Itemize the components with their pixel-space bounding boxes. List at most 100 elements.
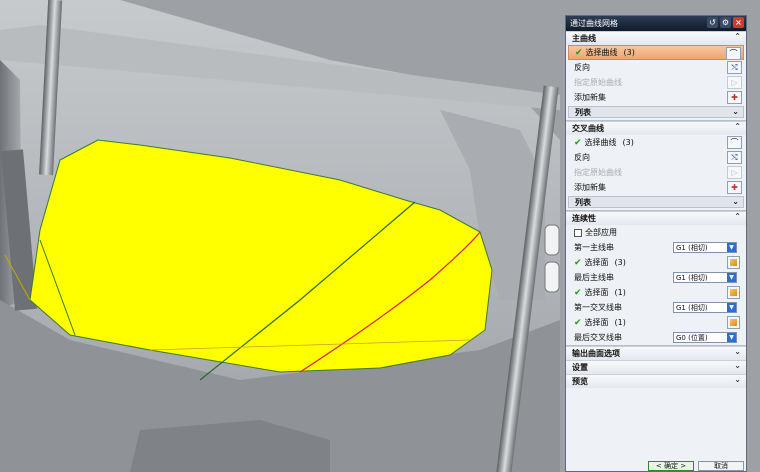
primary-curves-title: 主曲线 [572, 34, 596, 43]
cross-add-set-row[interactable]: 添加新集 ✚ [568, 180, 744, 195]
cross-curves-group: 交叉曲线 ⌃ ✔ 选择曲线 (3) ⌒ 反向 ⤭ 指定原始曲线 ▷ 添加新集 ✚ … [566, 121, 746, 211]
first-cross-row: 第一交叉线串 G1 (相切) ▼ [568, 300, 744, 315]
mesh-surface-dialog: 通过曲线网格 ↺ ⚙ × 主曲线 ⌃ ✔ 选择曲线 (3) ⌒ 反向 ⤭ 指定原始… [565, 15, 747, 472]
check-icon: ✔ [575, 47, 583, 58]
check-icon: ✔ [574, 137, 582, 148]
cross-origin-row: 指定原始曲线 ▷ [568, 165, 744, 180]
cross-list-header[interactable]: 列表 ⌄ [568, 196, 744, 208]
last-cross-select[interactable]: G0 (位置) ▼ [673, 332, 737, 343]
cross-select-curve-row[interactable]: ✔ 选择曲线 (3) ⌒ [568, 135, 744, 150]
first-primary-select[interactable]: G1 (相切) ▼ [673, 242, 737, 253]
first-primary-face-label: 选择面 [584, 258, 609, 267]
curve-select-icon[interactable]: ⌒ [726, 47, 741, 60]
preview-header[interactable]: 预览 ⌄ [566, 374, 746, 388]
gear-icon[interactable]: ⚙ [720, 17, 731, 28]
check-icon: ✔ [574, 317, 582, 328]
cross-curves-title: 交叉曲线 [572, 124, 604, 133]
primary-origin-label: 指定原始曲线 [574, 78, 622, 87]
primary-curves-group: 主曲线 ⌃ ✔ 选择曲线 (3) ⌒ 反向 ⤭ 指定原始曲线 ▷ 添加新集 ✚ 列… [566, 31, 746, 121]
output-options-header[interactable]: 输出曲面选项 ⌄ [566, 346, 746, 360]
cross-select-curve-label: 选择曲线 [584, 138, 617, 147]
first-primary-face-row[interactable]: ✔ 选择面 (3) [568, 255, 744, 270]
primary-list-header[interactable]: 列表 ⌄ [568, 106, 744, 118]
origin-curve-icon: ▷ [727, 76, 742, 89]
cross-reverse-row[interactable]: 反向 ⤭ [568, 150, 744, 165]
chevron-up-icon: ⌃ [734, 212, 741, 221]
apply-all-checkbox[interactable] [574, 228, 582, 237]
dropdown-arrow-icon: ▼ [727, 333, 736, 342]
first-cross-label: 第一交叉线串 [574, 303, 622, 312]
primary-origin-row: 指定原始曲线 ▷ [568, 75, 744, 90]
primary-list-label: 列表 [575, 107, 591, 117]
chevron-down-icon: ⌄ [732, 107, 739, 116]
chevron-up-icon: ⌃ [734, 32, 741, 41]
apply-all-row[interactable]: 全部应用 [568, 225, 744, 240]
cross-curves-header[interactable]: 交叉曲线 ⌃ [566, 121, 746, 135]
first-cross-face-row[interactable]: ✔ 选择面 (1) [568, 315, 744, 330]
primary-select-curve-row[interactable]: ✔ 选择曲线 (3) ⌒ [568, 45, 744, 60]
cross-list-label: 列表 [575, 197, 591, 207]
dialog-title: 通过曲线网格 [570, 19, 618, 28]
primary-select-curve-label: 选择曲线 [585, 48, 618, 57]
add-set-icon[interactable]: ✚ [727, 181, 742, 194]
close-icon[interactable]: × [733, 17, 744, 28]
first-cross-face-count: (1) [614, 318, 626, 327]
face-select-icon[interactable] [727, 286, 740, 299]
apply-all-label: 全部应用 [585, 228, 617, 237]
last-primary-label: 最后主线串 [574, 273, 614, 282]
continuity-group: 连续性 ⌃ 全部应用 第一主线串 G1 (相切) ▼ ✔ 选择面 (3) 最后主线串… [566, 211, 746, 346]
last-primary-value: G1 (相切) [676, 273, 708, 282]
last-primary-select[interactable]: G1 (相切) ▼ [673, 272, 737, 283]
ok-button[interactable]: < 确定 > [648, 461, 694, 471]
cross-origin-label: 指定原始曲线 [574, 168, 622, 177]
dropdown-arrow-icon: ▼ [727, 303, 736, 312]
chevron-down-icon: ⌄ [732, 197, 739, 206]
first-primary-value: G1 (相切) [676, 243, 708, 252]
check-icon: ✔ [574, 287, 582, 298]
settings-header[interactable]: 设置 ⌄ [566, 360, 746, 374]
primary-reverse-label: 反向 [574, 63, 590, 72]
settings-label: 设置 [572, 363, 588, 372]
reverse-icon[interactable]: ⤭ [727, 61, 742, 74]
preview-label: 预览 [572, 377, 588, 386]
chevron-down-icon: ⌄ [734, 361, 741, 370]
continuity-header[interactable]: 连续性 ⌃ [566, 211, 746, 225]
check-icon: ✔ [574, 257, 582, 268]
add-set-icon[interactable]: ✚ [727, 91, 742, 104]
reverse-icon[interactable]: ⤭ [727, 151, 742, 164]
origin-curve-icon: ▷ [727, 166, 742, 179]
first-cross-value: G1 (相切) [676, 303, 708, 312]
last-cross-label: 最后交叉线串 [574, 333, 622, 342]
primary-curves-header[interactable]: 主曲线 ⌃ [566, 31, 746, 45]
chevron-down-icon: ⌄ [734, 347, 741, 356]
last-primary-face-count: (1) [614, 288, 626, 297]
cancel-button[interactable]: 取消 [698, 461, 744, 471]
first-cross-select[interactable]: G1 (相切) ▼ [673, 302, 737, 313]
last-primary-row: 最后主线串 G1 (相切) ▼ [568, 270, 744, 285]
face-select-icon[interactable] [727, 316, 740, 329]
first-primary-row: 第一主线串 G1 (相切) ▼ [568, 240, 744, 255]
primary-add-set-row[interactable]: 添加新集 ✚ [568, 90, 744, 105]
last-primary-face-label: 选择面 [584, 288, 609, 297]
last-cross-row: 最后交叉线串 G0 (位置) ▼ [568, 330, 744, 345]
dropdown-arrow-icon: ▼ [727, 273, 736, 282]
reset-icon[interactable]: ↺ [707, 17, 718, 28]
first-primary-label: 第一主线串 [574, 243, 614, 252]
primary-reverse-row[interactable]: 反向 ⤭ [568, 60, 744, 75]
chevron-up-icon: ⌃ [734, 122, 741, 131]
face-select-icon[interactable] [727, 256, 740, 269]
cross-reverse-label: 反向 [574, 153, 590, 162]
first-primary-face-count: (3) [614, 258, 626, 267]
output-options-label: 输出曲面选项 [572, 349, 620, 358]
chevron-down-icon: ⌄ [734, 375, 741, 384]
last-cross-value: G0 (位置) [676, 333, 708, 342]
last-primary-face-row[interactable]: ✔ 选择面 (1) [568, 285, 744, 300]
dialog-buttons: < 确定 > 取消 [566, 461, 746, 471]
curve-select-icon[interactable]: ⌒ [727, 136, 742, 149]
cross-select-count: (3) [622, 138, 634, 147]
primary-select-count: (3) [623, 48, 635, 57]
cross-add-set-label: 添加新集 [574, 183, 606, 192]
dialog-titlebar[interactable]: 通过曲线网格 ↺ ⚙ × [566, 16, 746, 31]
continuity-title: 连续性 [572, 214, 596, 223]
first-cross-face-label: 选择面 [584, 318, 609, 327]
